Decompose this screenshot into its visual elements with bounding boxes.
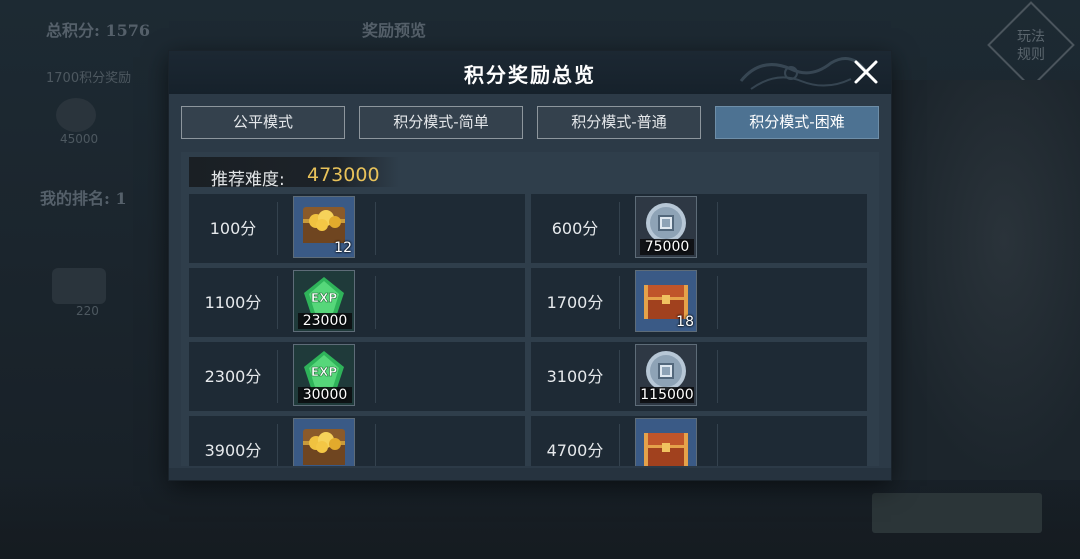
mode-tabs: 公平模式 积分模式-简单 积分模式-普通 积分模式-困难 <box>181 106 879 139</box>
reward-row: 1100分 EXP 23000 <box>189 268 525 337</box>
bg-gift-count: 220 <box>76 304 99 318</box>
svg-text:EXP: EXP <box>311 365 337 379</box>
reward-score: 600分 <box>551 219 599 238</box>
reward-item-count: 18 <box>676 314 694 330</box>
reward-row: 2300分 EXP 30000 <box>189 342 525 411</box>
reward-item-slot[interactable]: 12 <box>293 196 355 258</box>
row-divider <box>717 202 718 255</box>
reward-item-count: 115000 <box>640 387 694 403</box>
reward-item-count: 30000 <box>298 387 352 403</box>
row-divider <box>277 202 278 255</box>
reward-score: 1700分 <box>546 293 604 312</box>
bg-reward-preview: 奖励预览 <box>362 21 427 40</box>
bg-my-rank: 我的排名: 1 <box>40 189 127 208</box>
bg-reward-row: 1700积分奖励 <box>46 71 132 86</box>
row-divider <box>375 350 376 403</box>
recommended-difficulty-value: 473000 <box>307 164 380 186</box>
reward-item-count: 23000 <box>298 313 352 329</box>
reward-item-slot[interactable]: 115000 <box>635 344 697 406</box>
row-divider <box>277 350 278 403</box>
reward-score: 100分 <box>209 219 257 238</box>
row-divider <box>619 424 620 466</box>
modal-footer <box>169 468 891 480</box>
row-divider <box>717 276 718 329</box>
svg-text:EXP: EXP <box>311 291 337 305</box>
tab-fair-mode[interactable]: 公平模式 <box>181 106 345 139</box>
recommended-difficulty-banner: 推荐难度: 473000 <box>189 157 399 190</box>
reward-item-slot[interactable]: EXP 23000 <box>293 270 355 332</box>
reward-row: 600分 75000 <box>531 194 867 263</box>
reward-item-slot[interactable] <box>293 418 355 466</box>
row-divider <box>277 276 278 329</box>
row-divider <box>619 202 620 255</box>
row-divider <box>277 424 278 466</box>
reward-item-slot[interactable]: 75000 <box>635 196 697 258</box>
close-button[interactable] <box>849 55 883 89</box>
row-divider <box>619 350 620 403</box>
reward-row: 100分 12 <box>189 194 525 263</box>
reward-overview-modal: 积分奖励总览 公平模式 积分模式-简单 积分模式-普通 积分模式-困难 推荐难度… <box>169 51 891 480</box>
reward-row: 3100分 115000 <box>531 342 867 411</box>
row-divider <box>375 424 376 466</box>
bg-character <box>890 80 1080 480</box>
reward-item-slot[interactable]: 18 <box>635 270 697 332</box>
bg-coin-icon <box>56 98 96 132</box>
reward-score: 1100分 <box>204 293 262 312</box>
reward-list[interactable]: 推荐难度: 473000 100分 12 600分 75000 1100分 EXP … <box>181 152 879 466</box>
row-divider <box>619 276 620 329</box>
rules-button-label[interactable]: 玩法 规则 <box>1005 28 1057 64</box>
reward-score: 2300分 <box>204 367 262 386</box>
bg-icon-count: 45000 <box>60 132 99 146</box>
bg-total-score: 总积分: 1576 <box>46 21 151 40</box>
tab-score-normal[interactable]: 积分模式-普通 <box>537 106 701 139</box>
reward-row: 4700分 <box>531 416 867 466</box>
reward-score: 3100分 <box>546 367 604 386</box>
row-divider <box>717 350 718 403</box>
recommended-difficulty-label: 推荐难度: <box>211 170 285 190</box>
reward-item-count: 12 <box>334 240 352 256</box>
modal-title: 积分奖励总览 <box>464 63 596 87</box>
modal-header: 积分奖励总览 <box>169 51 891 94</box>
reward-item-slot[interactable] <box>635 418 697 466</box>
reward-item-count: 75000 <box>640 239 694 255</box>
reward-score: 4700分 <box>546 441 604 460</box>
row-divider <box>717 424 718 466</box>
row-divider <box>375 202 376 255</box>
reward-item-slot[interactable]: EXP 30000 <box>293 344 355 406</box>
close-icon <box>854 60 878 84</box>
tab-score-easy[interactable]: 积分模式-简单 <box>359 106 523 139</box>
row-divider <box>375 276 376 329</box>
bg-action-button <box>872 493 1042 533</box>
reward-score: 3900分 <box>204 441 262 460</box>
bg-gift-icon <box>52 268 106 304</box>
reward-row: 3900分 <box>189 416 525 466</box>
tab-score-hard[interactable]: 积分模式-困难 <box>715 106 879 139</box>
reward-row: 1700分 18 <box>531 268 867 337</box>
